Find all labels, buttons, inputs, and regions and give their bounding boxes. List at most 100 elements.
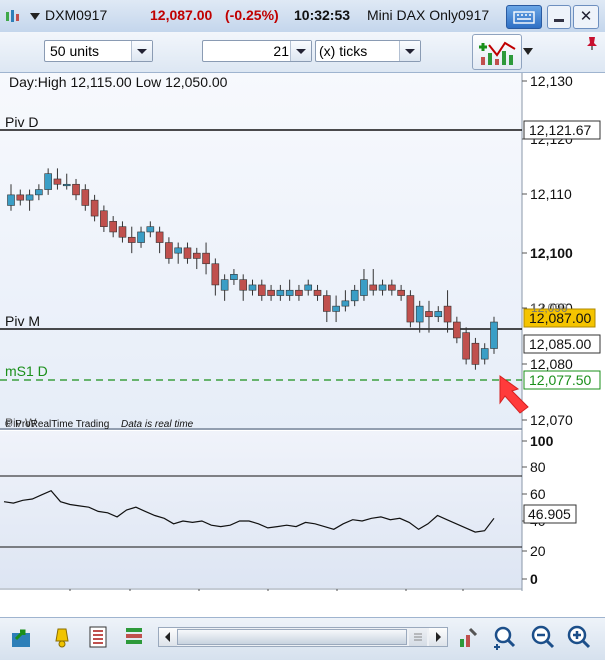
candle-body [90, 199, 99, 217]
day-high-low: Day:High 12,115.00 Low 12,050.00 [9, 74, 228, 90]
scroll-grip[interactable] [409, 628, 427, 646]
indicators-button[interactable] [472, 34, 522, 70]
order-book-icon[interactable] [86, 625, 112, 651]
candle-body [44, 173, 52, 190]
candle-body [480, 348, 489, 360]
piv-d-label: Piv D [5, 114, 38, 130]
units-value: 50 units [50, 43, 100, 59]
candle-body [192, 252, 201, 259]
candle-body [202, 252, 210, 265]
minimize-button[interactable] [547, 5, 571, 29]
zoom-out-icon[interactable] [530, 625, 556, 651]
candle-body [453, 321, 461, 339]
indicators-dropdown-icon[interactable] [523, 48, 533, 56]
zoom-fit-icon[interactable] [492, 625, 518, 651]
scroll-left-button[interactable] [159, 628, 177, 646]
indicator-pane[interactable] [0, 431, 522, 588]
instrument-name: Mini DAX Only0917 [367, 7, 490, 23]
price-chart[interactable]: 12,13012,12012,11012,10012,09012,08012,0… [0, 73, 605, 612]
candle-body [341, 300, 350, 307]
price-pane[interactable] [0, 73, 522, 428]
candle-body [350, 289, 359, 302]
ms1-d-label: mS1 D [5, 363, 48, 379]
candle-body [434, 311, 443, 318]
candle-body [109, 221, 117, 233]
candle-body [174, 247, 182, 254]
candle-body [81, 189, 90, 206]
ticks-count-value: 21 [273, 43, 289, 59]
candle-body [313, 289, 322, 296]
price-tick-label: 12,070 [530, 412, 573, 428]
keyboard-button[interactable] [506, 5, 542, 29]
trade-arrow-icon[interactable] [10, 625, 36, 651]
price-tick-label: 12,130 [530, 73, 573, 89]
candle-body [378, 284, 387, 291]
alert-bell-icon[interactable] [50, 625, 76, 651]
candle-body [127, 236, 136, 243]
price-tick-label: 12,110 [530, 186, 572, 202]
candle-body [415, 305, 424, 323]
chart-settings-icon[interactable] [456, 625, 482, 651]
candle-body [25, 194, 34, 201]
candle-body [462, 332, 470, 360]
candle-body [388, 284, 396, 291]
window-icon [6, 10, 19, 22]
scroll-thumb[interactable] [177, 629, 407, 645]
candle-body [267, 289, 275, 296]
units-select[interactable]: 50 units [44, 40, 153, 62]
candle-body [137, 231, 145, 243]
grip-icon [414, 633, 422, 641]
realtime-note: Data is real time [121, 419, 194, 430]
scroll-right-button[interactable] [429, 628, 447, 646]
chart-area[interactable]: 12,13012,12012,11012,10012,09012,08012,0… [0, 73, 605, 612]
piv-d-tag-text: 12,121.67 [529, 122, 591, 138]
candle-body [323, 295, 331, 312]
close-icon: ✕ [579, 8, 593, 25]
indicator-tick-label: 80 [530, 459, 546, 475]
candle-body [332, 305, 340, 312]
ms1-tag-text: 12,077.50 [529, 372, 591, 388]
candle-body [276, 289, 285, 296]
ticks-unit-dropdown-icon[interactable] [399, 41, 420, 61]
candle-body [211, 263, 220, 286]
candle-body [230, 274, 238, 280]
candle-body [304, 284, 313, 291]
menu-dropdown-icon[interactable] [30, 13, 40, 21]
price-change: (-0.25%) [225, 7, 279, 23]
ticks-unit-select[interactable]: (x) ticks [315, 40, 421, 62]
symbol-label: DXM0917 [45, 7, 108, 23]
candle-body [220, 279, 229, 291]
zoom-in-icon[interactable] [566, 625, 592, 651]
chart-toolbar: 50 units 21 (x) ticks [0, 32, 605, 73]
minimize-icon [554, 19, 564, 22]
close-button[interactable]: ✕ [573, 5, 599, 29]
indicators-icon [479, 41, 516, 65]
ticks-spinner-icon[interactable] [290, 41, 311, 61]
candle-body [183, 247, 192, 259]
candle-body [397, 289, 405, 296]
candle-body [72, 183, 80, 196]
candle-body [35, 189, 43, 196]
candle-body [16, 194, 25, 201]
candle-body [285, 289, 294, 296]
pin-icon[interactable] [584, 35, 600, 51]
price-tick-label: 12,100 [530, 245, 573, 261]
copyright-note: © ProRealTime Trading [5, 419, 109, 430]
candle-body [443, 305, 452, 323]
candle-body [295, 289, 303, 296]
ticks-count-input[interactable]: 21 [202, 40, 312, 62]
scroll-right-icon [436, 632, 441, 642]
candle-body [165, 242, 173, 259]
candle-body [62, 183, 71, 187]
candle-body [53, 178, 62, 185]
units-dropdown-icon[interactable] [131, 41, 152, 61]
indicator-tick-label: 60 [530, 486, 546, 502]
time-scrollbar[interactable] [158, 627, 448, 647]
candle-body [155, 231, 164, 243]
candle-body [425, 311, 433, 318]
candle-body [369, 284, 378, 291]
positions-icon[interactable] [122, 625, 148, 651]
keyboard-icon [513, 11, 535, 24]
indicator-tick-label: 100 [530, 433, 554, 449]
candle-body [100, 210, 108, 227]
